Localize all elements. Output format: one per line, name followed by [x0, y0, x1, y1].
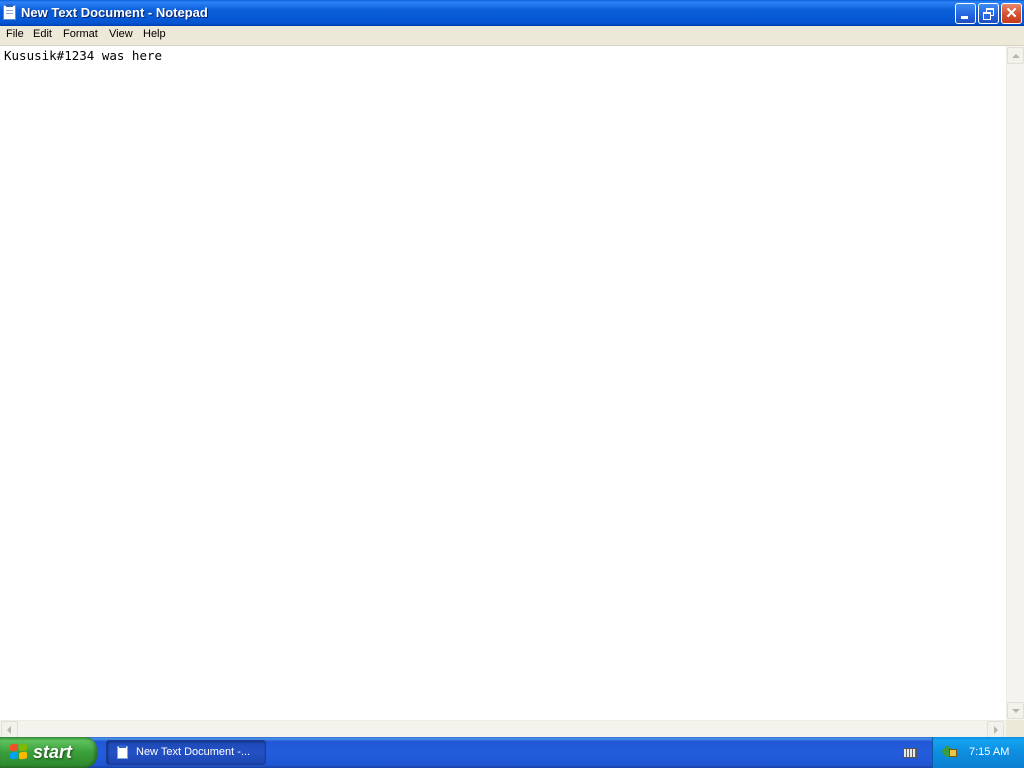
- minimize-icon: [961, 16, 968, 19]
- keyboard-icon[interactable]: [903, 748, 917, 758]
- system-tray: 7:15 AM: [932, 737, 1024, 768]
- horizontal-scrollbar[interactable]: [0, 720, 1006, 738]
- clock[interactable]: 7:15 AM: [969, 746, 1009, 758]
- window-title: New Text Document - Notepad: [21, 5, 208, 20]
- minimize-button[interactable]: [955, 3, 976, 24]
- scroll-left-button[interactable]: [1, 721, 18, 738]
- arrow-up-icon: [1012, 54, 1020, 58]
- scroll-up-button[interactable]: [1007, 47, 1024, 64]
- menu-file[interactable]: File: [6, 28, 24, 40]
- restore-icon: [983, 8, 994, 20]
- close-icon: ✕: [1005, 5, 1018, 22]
- notepad-icon: [117, 745, 128, 759]
- menu-help[interactable]: Help: [143, 28, 166, 40]
- text-editor[interactable]: Kususik#1234 was here: [0, 46, 1006, 720]
- arrow-down-icon: [1012, 709, 1020, 713]
- close-button[interactable]: ✕: [1001, 3, 1022, 24]
- start-label: start: [33, 742, 73, 762]
- vertical-scrollbar[interactable]: [1006, 46, 1024, 720]
- menu-edit[interactable]: Edit: [33, 28, 52, 40]
- menu-bar: File Edit Format View Help: [0, 26, 1024, 46]
- network-icon[interactable]: [943, 745, 957, 759]
- arrow-right-icon: [994, 726, 998, 734]
- taskbar: start New Text Document -... 7:15 AM: [0, 737, 1024, 768]
- arrow-left-icon: [7, 726, 11, 734]
- title-bar[interactable]: New Text Document - Notepad ✕: [0, 0, 1024, 26]
- notepad-icon[interactable]: [3, 4, 16, 20]
- start-button[interactable]: start: [0, 737, 97, 768]
- size-grip[interactable]: [1006, 720, 1024, 737]
- menu-view[interactable]: View: [109, 28, 133, 40]
- scroll-down-button[interactable]: [1007, 702, 1024, 719]
- taskbar-notepad-label: New Text Document -...: [136, 746, 251, 758]
- scroll-right-button[interactable]: [987, 721, 1004, 738]
- windows-flag-icon: [10, 743, 28, 761]
- editor-content[interactable]: Kususik#1234 was here: [4, 48, 162, 63]
- taskbar-notepad-button[interactable]: New Text Document -...: [106, 740, 266, 765]
- restore-button[interactable]: [978, 3, 999, 24]
- menu-format[interactable]: Format: [63, 28, 98, 40]
